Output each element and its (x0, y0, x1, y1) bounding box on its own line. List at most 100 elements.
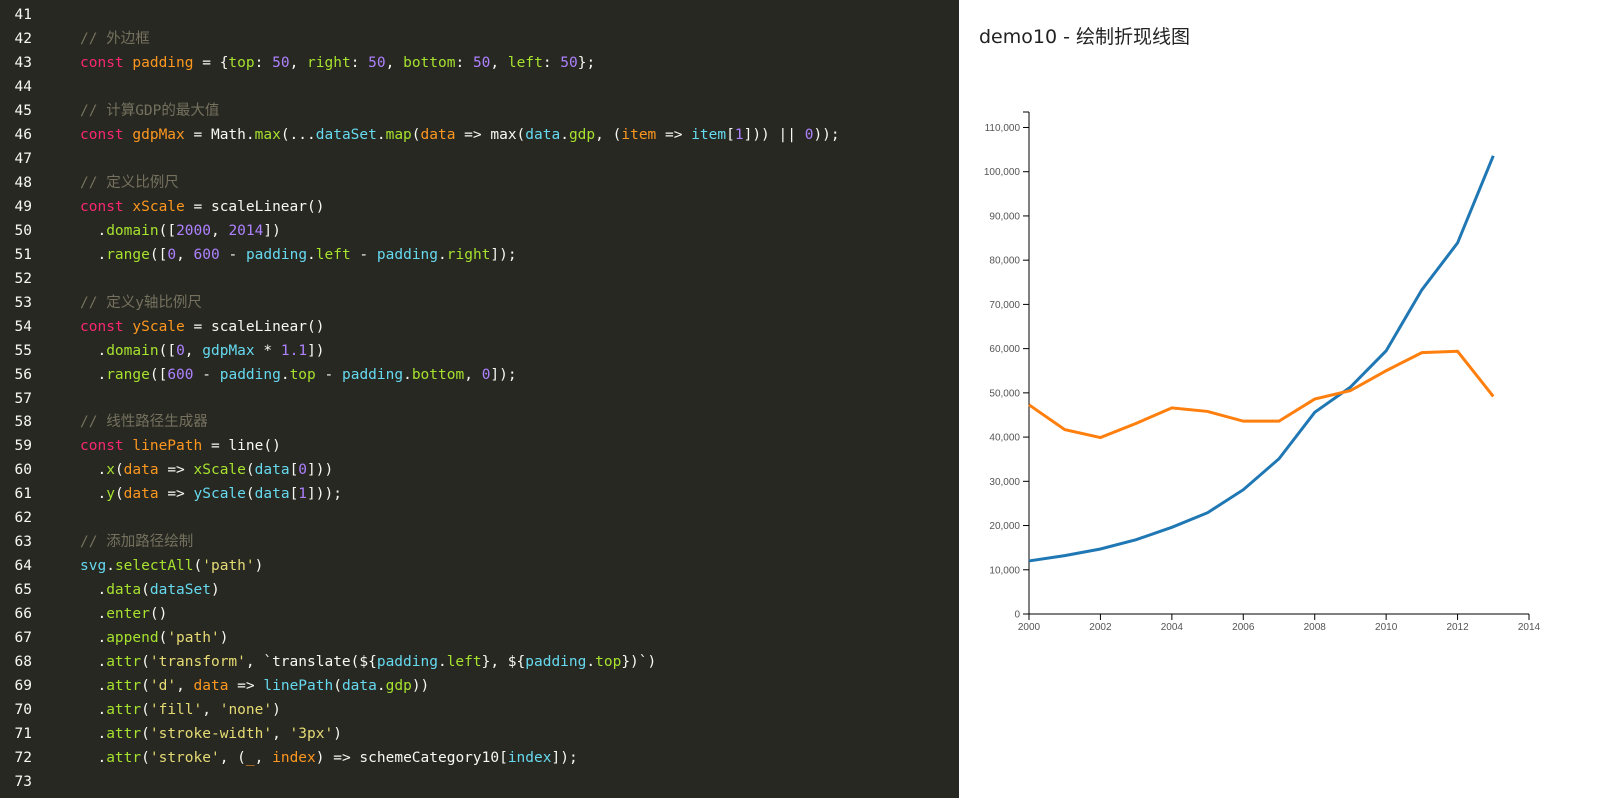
code-line[interactable]: 58 // 线性路径生成器 (0, 410, 208, 434)
code-token: , (254, 750, 273, 767)
code-token: = { (193, 54, 229, 71)
code-line[interactable]: 64 svg.selectAll('path') (0, 554, 264, 578)
code-token: * (254, 342, 281, 359)
code-line[interactable]: 65 .data(dataSet) (0, 578, 220, 602)
code-line[interactable]: 70 .attr('fill', 'none') (0, 698, 281, 722)
code-token: , (464, 366, 482, 383)
line-number: 44 (14, 78, 32, 95)
code-token: attr (106, 726, 142, 743)
code-token: ])); (307, 486, 342, 503)
code-line[interactable]: 66 .enter() (0, 602, 168, 626)
code-token: // 线性路径生成器 (80, 414, 208, 431)
code-line[interactable]: 67 .append('path') (0, 626, 229, 650)
code-token: . (80, 342, 107, 359)
code-text: .enter() (80, 602, 167, 626)
code-line[interactable]: 72 .attr('stroke', (_, index) => schemeC… (0, 746, 578, 770)
code-line[interactable]: 63 // 添加路径绘制 (0, 530, 194, 554)
code-token: , ( (595, 126, 622, 143)
code-line[interactable]: 53 // 定义y轴比例尺 (0, 291, 202, 315)
code-text: const yScale = scaleLinear() (80, 315, 324, 339)
code-token: : (455, 54, 473, 71)
code-line[interactable]: 43 const padding = {top: 50, right: 50, b… (0, 51, 596, 75)
code-line[interactable]: 41 (0, 3, 32, 27)
code-token: ( (141, 750, 150, 767)
code-line[interactable]: 49 const xScale = scaleLinear() (0, 195, 325, 219)
code-editor[interactable]: 41 42// 外边框 43 const padding = {top: 50, ri… (0, 0, 959, 798)
code-token: = scaleLinear() (184, 318, 325, 335)
code-line[interactable]: 56 .range([600 - padding.top - padding.b… (0, 363, 517, 387)
code-token: 50 (272, 54, 290, 71)
code-line[interactable]: 44 (0, 75, 32, 99)
code-token: dataSet (149, 582, 211, 599)
code-token: , (289, 54, 308, 71)
code-line[interactable]: 54 const yScale = scaleLinear() (0, 315, 325, 339)
code-token: right (307, 54, 351, 71)
code-token: gdpMax (132, 126, 185, 143)
code-token: xScale (193, 462, 246, 479)
code-line[interactable]: 68 .attr('transform', `translate(${paddi… (0, 650, 657, 674)
x-tick-label: 2010 (1375, 622, 1398, 633)
code-line[interactable]: 61 .y(data => yScale(data[1])); (0, 482, 342, 506)
code-token: // 计算GDP的最大值 (80, 102, 220, 119)
code-token: - (315, 366, 342, 383)
code-token: ) (219, 630, 229, 647)
code-token: : (254, 54, 273, 71)
code-line[interactable]: 48 // 定义比例尺 (0, 171, 179, 195)
code-token: linePath (263, 678, 334, 695)
code-token: )); (813, 126, 840, 143)
code-token: . (376, 126, 386, 143)
series-line-2 (1028, 349, 1495, 440)
code-token: ) (210, 582, 220, 599)
code-line[interactable]: 55 .domain([0, gdpMax * 1.1]) (0, 339, 325, 363)
code-token: yScale (132, 318, 185, 335)
code-token: const (80, 318, 133, 335)
y-tick-label: 100,000 (984, 167, 1021, 178)
code-token: ( (114, 486, 124, 503)
code-line[interactable]: 46 const gdpMax = Math.max(...dataSet.map… (0, 123, 840, 147)
code-text: .y(data => yScale(data[1])); (80, 482, 342, 506)
code-token: 0 (298, 462, 308, 479)
code-text: .attr('stroke', (_, index) => schemeCate… (80, 746, 577, 770)
code-line[interactable]: 51 .range([0, 600 - padding.left - paddi… (0, 243, 517, 267)
line-number: 62 (14, 510, 32, 527)
code-token: 'stroke-width' (149, 726, 273, 743)
code-token: right (446, 246, 491, 263)
line-number: 45 (14, 102, 32, 119)
code-line[interactable]: 52 (0, 267, 32, 291)
code-line[interactable]: 62 (0, 506, 32, 530)
code-token: ( (141, 654, 150, 671)
code-token: ([ (158, 342, 177, 359)
line-number: 43 (14, 54, 32, 71)
code-text: .range([0, 600 - padding.left - padding.… (80, 243, 516, 267)
x-tick-label: 2006 (1232, 622, 1255, 633)
code-text: // 定义y轴比例尺 (80, 291, 202, 315)
code-token: ( (141, 582, 150, 599)
code-text: // 添加路径绘制 (80, 530, 193, 554)
code-line[interactable]: 42 // 外边框 (0, 27, 150, 51)
code-text: const padding = {top: 50, right: 50, bot… (80, 51, 595, 75)
code-token: item (621, 126, 657, 143)
code-token: = Math. (184, 126, 255, 143)
code-token: . (80, 462, 107, 479)
line-number: 72 (14, 750, 32, 767)
code-token: data (254, 462, 290, 479)
code-token: ([ (149, 366, 168, 383)
line-number: 59 (14, 438, 32, 455)
code-line[interactable]: 73 (0, 770, 32, 794)
code-line[interactable]: 47 (0, 147, 32, 171)
code-line[interactable]: 50 .domain([2000, 2014]) (0, 219, 281, 243)
code-line[interactable]: 60 .x(data => xScale(data[0])) (0, 458, 334, 482)
code-token: // 外边框 (80, 30, 150, 47)
code-text: // 计算GDP的最大值 (80, 99, 219, 123)
code-line[interactable]: 71 .attr('stroke-width', '3px') (0, 722, 342, 746)
code-line[interactable]: 57 (0, 387, 32, 411)
code-token: // 定义y轴比例尺 (80, 294, 202, 311)
code-token: => (228, 678, 264, 695)
x-tick-label: 2002 (1089, 622, 1112, 633)
code-line[interactable]: 45 // 计算GDP的最大值 (0, 99, 220, 123)
line-number: 55 (14, 342, 32, 359)
code-line[interactable]: 69 .attr('d', data => linePath(data.gdp)… (0, 674, 430, 698)
code-line[interactable]: 59 const linePath = line() (0, 434, 281, 458)
code-token: ]) (263, 222, 281, 239)
code-token: . (80, 702, 107, 719)
